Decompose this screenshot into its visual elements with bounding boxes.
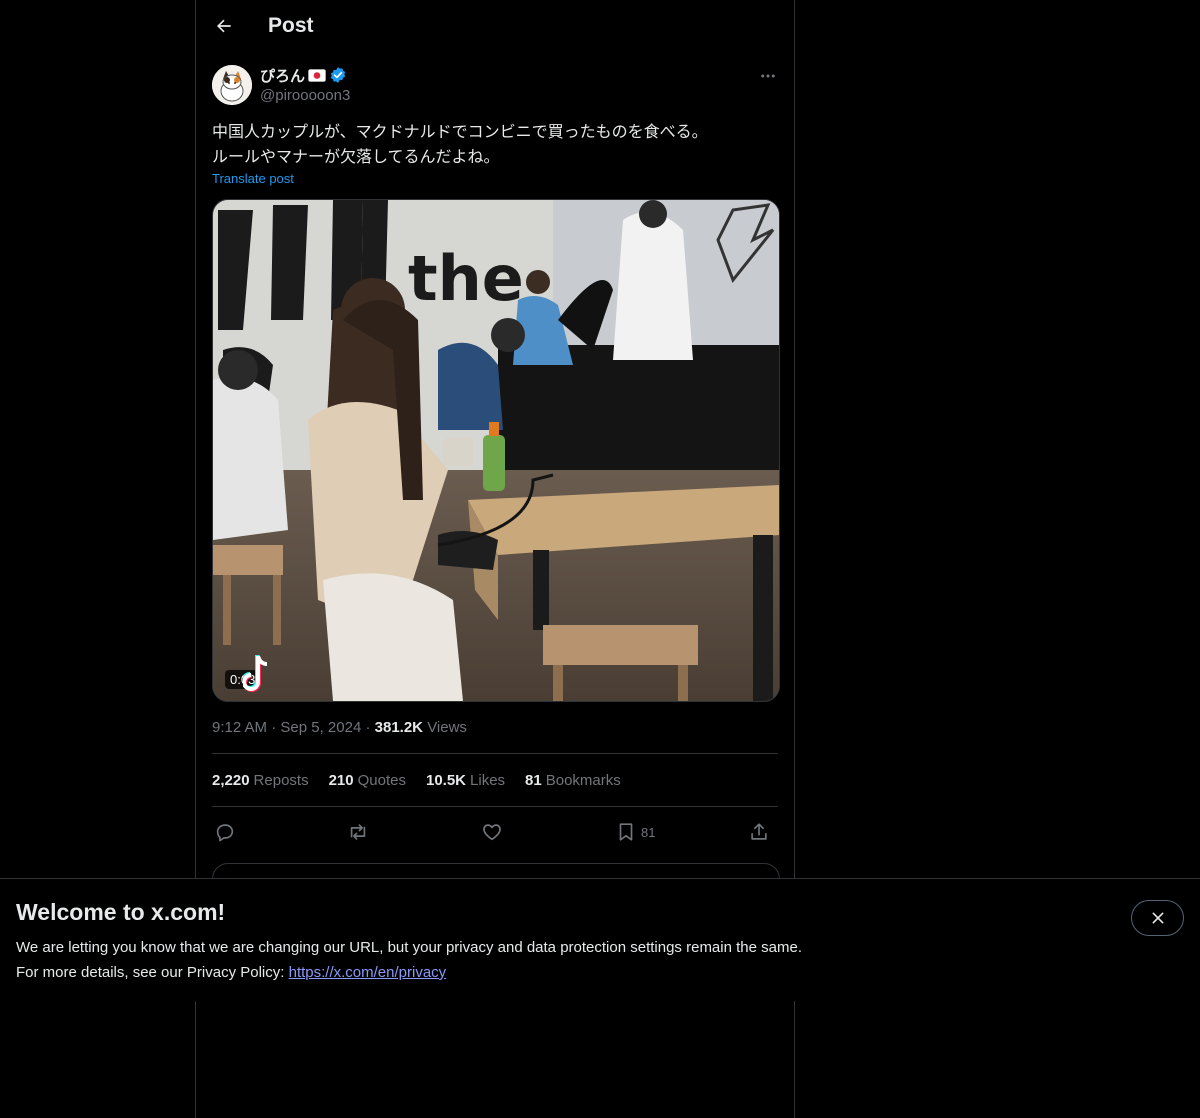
likes-count: 10.5K <box>425 772 467 789</box>
likes-label: Likes <box>470 772 506 789</box>
bookmark-button[interactable]: 81 <box>615 818 655 846</box>
likes-stat[interactable]: 10.5K Likes <box>426 772 505 789</box>
post-author[interactable]: ぴろん @pirooooon3 <box>260 64 350 104</box>
banner-title: Welcome to x.com! <box>16 899 226 925</box>
banner-line-1: We are letting you know that we are chan… <box>16 939 802 956</box>
reply-button[interactable] <box>214 818 236 846</box>
quotes-stat[interactable]: 210 Quotes <box>329 772 406 789</box>
quotes-count: 210 <box>328 772 354 789</box>
post-actions: 81 <box>212 818 778 846</box>
bookmark-icon <box>619 823 633 841</box>
reposts-label: Reposts <box>253 772 309 789</box>
like-button[interactable] <box>481 818 503 846</box>
bookmarks-count: 81 <box>525 772 542 789</box>
banner-text: We are letting you know that we are chan… <box>16 935 802 985</box>
welcome-banner: Welcome to x.com! We are letting you kno… <box>0 878 1200 1001</box>
divider <box>212 753 778 754</box>
meta-separator: · <box>365 719 375 736</box>
views-label: Views <box>427 719 467 736</box>
views-count: 381.2K <box>374 719 424 736</box>
more-options-button[interactable] <box>756 64 780 88</box>
reply-icon <box>216 824 234 842</box>
bookmark-count: 81 <box>641 824 656 840</box>
reposts-count: 2,220 <box>212 772 250 789</box>
repost-button[interactable] <box>347 818 369 846</box>
post-time[interactable]: 9:12 AM <box>212 719 267 736</box>
japan-flag-icon <box>308 68 326 82</box>
quotes-label: Quotes <box>357 772 406 789</box>
share-button[interactable] <box>748 818 770 846</box>
post-stats: 2,220 Reposts 210 Quotes 10.5K Likes 81 Book… <box>212 772 621 789</box>
bookmarks-stat[interactable]: 81 Bookmarks <box>525 772 621 789</box>
post-video[interactable]: the 0:03 <box>212 199 780 702</box>
page-title: Post <box>268 14 314 37</box>
post-text: 中国人カップルが、マクドナルドでコンビニで買ったものを食べる。 ルールやマナーが… <box>212 124 708 166</box>
banner-line-2: For more details, see our Privacy Policy… <box>16 960 802 985</box>
meta-separator: · <box>271 719 281 736</box>
back-button[interactable] <box>207 9 241 43</box>
bookmarks-label: Bookmarks <box>545 772 621 789</box>
close-banner-button[interactable] <box>1131 900 1184 936</box>
repost-icon <box>350 824 366 840</box>
reposts-stat[interactable]: 2,220 Reposts <box>212 772 309 789</box>
post-date[interactable]: Sep 5, 2024 <box>280 719 361 736</box>
avatar-image <box>212 65 252 105</box>
post-header: Post <box>196 0 794 54</box>
tiktok-logo-icon <box>243 655 268 692</box>
user-handle[interactable]: @pirooooon3 <box>260 87 350 104</box>
post-meta: 9:12 AM · Sep 5, 2024 · 381.2K Views <box>212 719 467 736</box>
translate-post-link[interactable]: Translate post <box>212 171 294 186</box>
avatar[interactable] <box>212 65 252 105</box>
banner-line-2-prefix: For more details, see our Privacy Policy… <box>16 964 285 981</box>
divider <box>212 806 778 807</box>
more-dots-icon <box>761 74 775 78</box>
close-icon <box>1152 912 1163 924</box>
heart-icon <box>483 824 501 841</box>
video-frame: the <box>213 200 779 701</box>
arrow-left-icon <box>217 19 231 33</box>
svg-text:the: the <box>408 242 524 315</box>
share-icon <box>751 823 767 840</box>
privacy-policy-link[interactable]: https://x.com/en/privacy <box>289 964 447 981</box>
verified-badge-icon[interactable] <box>329 66 347 84</box>
display-name[interactable]: ぴろん <box>260 65 305 86</box>
